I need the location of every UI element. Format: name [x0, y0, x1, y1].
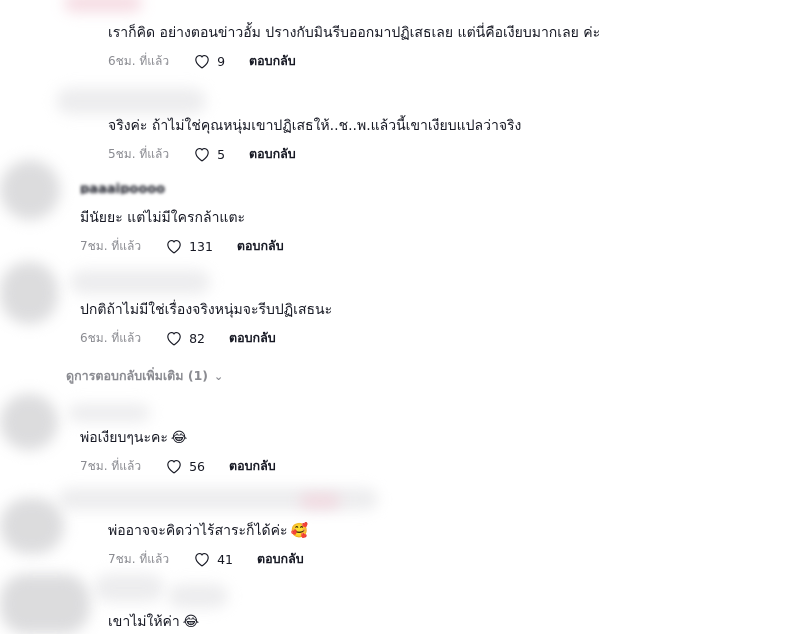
comment-meta: 6ชม. ที่แล้ว 9 ตอบกลับ	[108, 51, 600, 71]
redacted-username	[56, 88, 206, 114]
comment-item: ปกติถ้าไม่มีใช่เรื่องจริงหนุ่มจะรีบปฏิเส…	[80, 301, 332, 348]
comment-item: เราก็คิด อย่างตอนข่าวอั้ม ปรางกับมินรีบอ…	[108, 24, 600, 71]
smiling-hearts-emoji: 🥰	[290, 523, 308, 539]
like-count: 56	[189, 458, 205, 474]
redacted-avatar	[0, 574, 90, 634]
heart-outline-icon	[195, 54, 209, 69]
like-count: 9	[217, 53, 226, 69]
redacted-avatar	[0, 498, 64, 554]
like-button[interactable]: 82	[165, 330, 205, 346]
heart-outline-icon	[167, 331, 181, 346]
comment-time: 6ชม. ที่แล้ว	[108, 53, 170, 68]
comment-time: 7ชม. ที่แล้ว	[108, 551, 170, 566]
laughing-emoji: 😂	[182, 614, 200, 630]
like-count: 82	[189, 330, 205, 346]
comment-item: พ่อเงียบๆนะคะ 😂 7ชม. ที่แล้ว 56 ตอบกลับ	[80, 429, 276, 476]
comment-meta: 7ชม. ที่แล้ว 41 ตอบกลับ	[108, 549, 308, 569]
comment-item: พ่ออาจจะคิดว่าไร้สาระก็ได้ค่ะ 🥰 7ชม. ที่แ…	[108, 522, 308, 569]
comment-item: เขาไม่ให้ค่า 😂	[108, 613, 199, 631]
comment-text-line: พ่ออาจจะคิดว่าไร้สาระก็ได้ค่ะ 🥰	[108, 522, 308, 540]
heart-outline-icon	[167, 459, 181, 474]
comment-text-line: พ่อเงียบๆนะคะ 😂	[80, 429, 276, 447]
comment-text: เราก็คิด อย่างตอนข่าวอั้ม ปรางกับมินรีบอ…	[108, 25, 601, 41]
comment-time: 7ชม. ที่แล้ว	[80, 238, 142, 253]
comment-meta: 7ชม. ที่แล้ว 131 ตอบกลับ	[80, 236, 284, 256]
reply-button[interactable]: ตอบกลับ	[249, 144, 296, 164]
comment-meta: 6ชม. ที่แล้ว 82 ตอบกลับ	[80, 328, 332, 348]
reply-button[interactable]: ตอบกลับ	[237, 236, 284, 256]
heart-outline-icon	[167, 239, 181, 254]
comment-time: 6ชม. ที่แล้ว	[80, 330, 142, 345]
like-button[interactable]: 131	[165, 238, 213, 254]
chevron-down-icon: ⌄	[214, 369, 224, 383]
redacted-username	[68, 404, 150, 422]
reply-button[interactable]: ตอบกลับ	[229, 456, 276, 476]
comment-text: มีนัยยะ แต่ไม่มีใครกล้าแตะ	[80, 210, 246, 226]
like-button[interactable]: 5	[193, 146, 225, 162]
comment-text: พ่อเงียบๆนะคะ	[80, 430, 168, 446]
heart-outline-icon	[195, 552, 209, 567]
comment-text: จริงค่ะ ถ้าไม่ใช่คุณหนุ่มเขาปฏิเสธให้..ช…	[108, 118, 522, 134]
heart-outline-icon	[195, 147, 209, 162]
like-button[interactable]: 56	[165, 458, 205, 474]
reply-button[interactable]: ตอบกลับ	[229, 328, 276, 348]
comment-text: ปกติถ้าไม่มีใช่เรื่องจริงหนุ่มจะรีบปฏิเส…	[80, 302, 333, 318]
comment-time: 5ชม. ที่แล้ว	[108, 146, 170, 161]
like-button[interactable]: 41	[193, 551, 233, 567]
redacted-avatar	[0, 262, 58, 324]
reply-button[interactable]: ตอบกลับ	[249, 51, 296, 71]
redacted-username	[300, 494, 340, 508]
view-more-label: ดูการตอบกลับเพิ่มเติม (1)	[66, 368, 208, 383]
comment-meta: 5ชม. ที่แล้ว 5 ตอบกลับ	[108, 144, 521, 164]
comment-time: 7ชม. ที่แล้ว	[80, 458, 142, 473]
comment-item: มีนัยยะ แต่ไม่มีใครกล้าแตะ 7ชม. ที่แล้ว …	[80, 209, 284, 256]
redacted-username	[94, 574, 164, 602]
comment-text-line: เขาไม่ให้ค่า 😂	[108, 613, 199, 631]
view-more-replies-button[interactable]: ดูการตอบกลับเพิ่มเติม (1) ⌄	[66, 366, 223, 386]
reply-button[interactable]: ตอบกลับ	[257, 549, 304, 569]
like-count: 5	[217, 146, 226, 162]
redacted-avatar	[0, 394, 58, 450]
comment-text: พ่ออาจจะคิดว่าไร้สาระก็ได้ค่ะ	[108, 523, 288, 539]
comment-text: เขาไม่ให้ค่า	[108, 614, 180, 630]
redacted-avatar	[0, 160, 60, 220]
like-button[interactable]: 9	[193, 53, 225, 69]
like-count: 41	[217, 551, 233, 567]
laughing-emoji: 😂	[170, 430, 188, 446]
redacted-username	[70, 270, 210, 294]
redacted-username: paaaipoooo	[80, 182, 166, 194]
like-count: 131	[189, 238, 213, 254]
comment-item: จริงค่ะ ถ้าไม่ใช่คุณหนุ่มเขาปฏิเสธให้..ช…	[108, 117, 521, 164]
comment-meta: 7ชม. ที่แล้ว 56 ตอบกลับ	[80, 456, 276, 476]
redacted-username	[168, 584, 228, 608]
redacted-username	[64, 0, 142, 12]
